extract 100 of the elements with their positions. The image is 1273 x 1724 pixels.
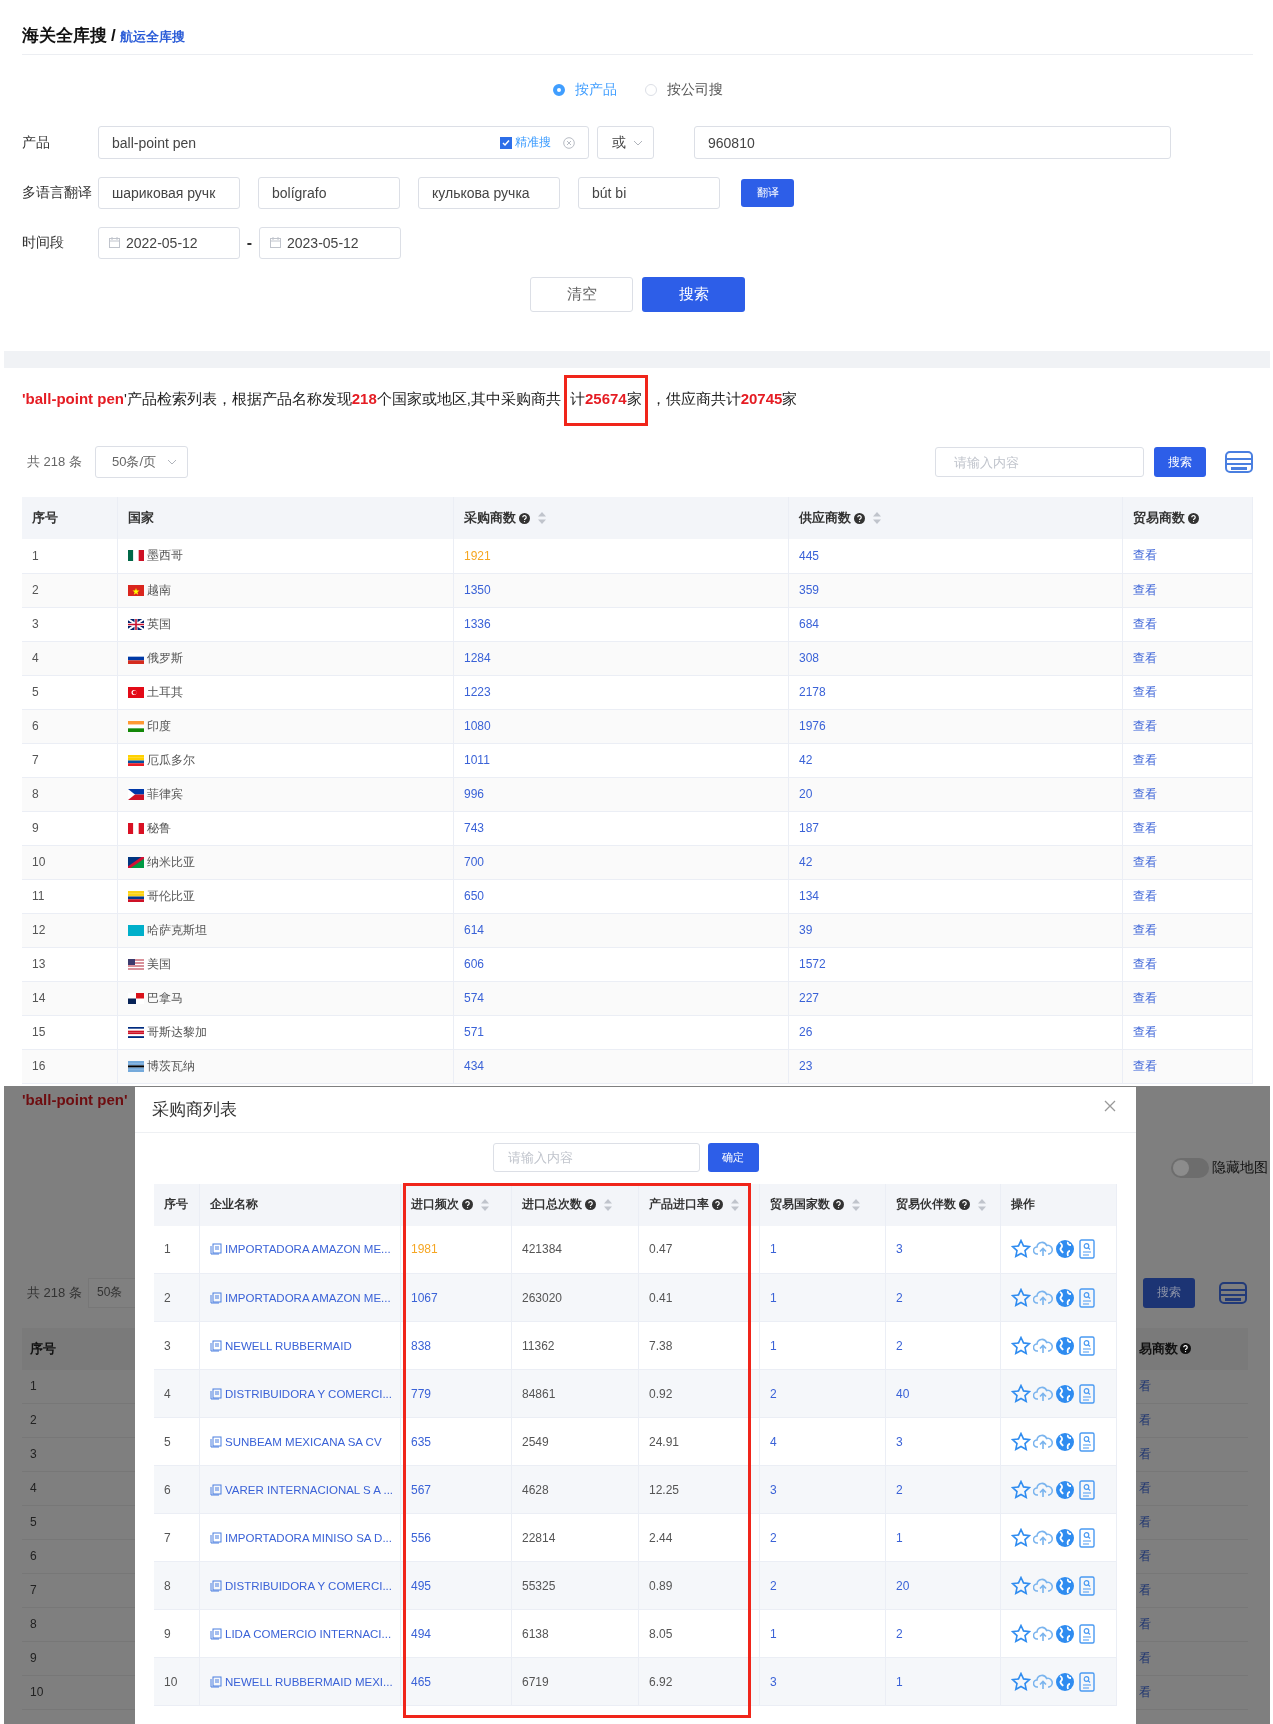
count-link[interactable]: 1 [770,1626,777,1641]
copy-icon[interactable] [210,1339,222,1352]
company-link[interactable]: SUNBEAM MEXICANA SA CV [225,1435,382,1448]
count-link[interactable]: 1 [770,1242,777,1257]
breadcrumb-item[interactable]: 海关全库搜 [22,24,107,47]
company-link[interactable]: IMPORTADORA AMAZON ME... [225,1243,391,1256]
document-search-icon[interactable] [1077,1239,1097,1260]
document-search-icon[interactable] [1077,1479,1097,1500]
checkbox[interactable]: 精准搜 [500,134,551,151]
count-link[interactable]: 3 [770,1674,777,1689]
count-link[interactable]: 2 [770,1386,777,1401]
count-link[interactable]: 2 [896,1626,903,1641]
count-link[interactable]: 20 [799,787,813,801]
count-link[interactable]: 20 [896,1578,910,1593]
view-link[interactable]: 看 [1139,1649,1151,1667]
document-search-icon[interactable] [1077,1575,1097,1596]
star-icon[interactable] [1011,1335,1031,1356]
count-link[interactable]: 2 [896,1338,903,1353]
view-link[interactable]: 看 [1139,1581,1151,1599]
globe-icon[interactable] [1055,1575,1075,1596]
count-link[interactable]: 23 [799,1059,813,1073]
count-link[interactable]: 3 [770,1482,777,1497]
copy-icon[interactable] [210,1675,222,1688]
clear-button[interactable]: 清空 [530,277,633,312]
input-field[interactable]: 960810 [694,126,1171,159]
star-icon[interactable] [1011,1479,1031,1500]
copy-icon[interactable] [210,1627,222,1640]
close-icon[interactable] [1104,1100,1116,1112]
radio-option[interactable]: 按公司搜 [644,81,723,99]
document-search-icon[interactable] [1077,1623,1097,1644]
count-link[interactable]: 495 [411,1578,432,1593]
count-link[interactable]: 1080 [464,719,491,733]
sort-icon[interactable] [604,1198,612,1211]
view-link[interactable]: 查看 [1133,616,1157,631]
count-link[interactable]: 1 [896,1530,903,1545]
input-field[interactable]: шариковая ручк [98,176,240,209]
star-icon[interactable] [1011,1287,1031,1308]
document-search-icon[interactable] [1077,1287,1097,1308]
count-link[interactable]: 684 [799,617,820,631]
document-search-icon[interactable] [1077,1527,1097,1548]
count-link[interactable]: 3 [896,1242,903,1257]
count-link[interactable]: 567 [411,1482,432,1497]
document-search-icon[interactable] [1077,1671,1097,1692]
view-link[interactable]: 查看 [1133,1024,1157,1039]
count-link[interactable]: 2 [896,1290,903,1305]
count-link[interactable]: 838 [411,1338,432,1353]
star-icon[interactable] [1011,1431,1031,1452]
globe-icon[interactable] [1055,1287,1075,1308]
input-field[interactable]: ball-point pen 精准搜 [98,126,589,159]
search-button[interactable]: 搜索 [1143,1277,1195,1308]
sort-icon[interactable] [538,512,546,524]
count-link[interactable]: 606 [464,957,485,971]
print-icon[interactable] [1225,451,1253,473]
count-link[interactable]: 996 [464,787,485,801]
copy-icon[interactable] [210,1387,222,1400]
star-icon[interactable] [1011,1575,1031,1596]
view-link[interactable]: 查看 [1133,956,1157,971]
count-link[interactable]: 779 [411,1386,432,1401]
sort-icon[interactable] [481,1198,489,1211]
document-search-icon[interactable] [1077,1335,1097,1356]
view-link[interactable]: 查看 [1133,786,1157,801]
globe-icon[interactable] [1055,1527,1075,1548]
count-link[interactable]: 1284 [464,651,491,665]
company-link[interactable]: LIDA COMERCIO INTERNACI... [225,1627,392,1640]
dropdown[interactable]: 或 [597,126,654,159]
count-link[interactable]: 187 [799,821,820,835]
company-link[interactable]: NEWELL RUBBERMAID [225,1339,352,1352]
breadcrumb-item[interactable]: 航运全库搜 [119,28,185,46]
globe-icon[interactable] [1055,1623,1075,1644]
document-search-icon[interactable] [1077,1383,1097,1404]
copy-icon[interactable] [210,1243,222,1256]
copy-icon[interactable] [210,1291,222,1304]
view-link[interactable]: 查看 [1133,718,1157,733]
globe-icon[interactable] [1055,1335,1075,1356]
count-link[interactable]: 743 [464,821,485,835]
copy-icon[interactable] [210,1579,222,1592]
view-link[interactable]: 看 [1139,1377,1151,1395]
count-link[interactable]: 635 [411,1434,432,1449]
radio-option[interactable]: 按产品 [552,81,617,99]
company-link[interactable]: IMPORTADORA MINISO SA D... [225,1531,392,1544]
globe-icon[interactable] [1055,1431,1075,1452]
count-link[interactable]: 3 [896,1434,903,1449]
count-link[interactable]: 650 [464,889,485,903]
star-icon[interactable] [1011,1239,1031,1260]
view-link[interactable]: 查看 [1133,922,1157,937]
count-link[interactable]: 42 [799,855,813,869]
view-link[interactable]: 看 [1139,1445,1151,1463]
confirm-button[interactable]: 确定 [707,1142,759,1172]
star-icon[interactable] [1011,1383,1031,1404]
star-icon[interactable] [1011,1623,1031,1644]
view-link[interactable]: 查看 [1133,854,1157,869]
count-link[interactable]: 2 [896,1482,903,1497]
view-link[interactable]: 看 [1139,1547,1151,1565]
count-link[interactable]: 614 [464,923,485,937]
count-link[interactable]: 1336 [464,617,491,631]
view-link[interactable]: 看 [1139,1615,1151,1633]
view-link[interactable]: 查看 [1133,820,1157,835]
search-field[interactable]: 请输入内容 [935,447,1144,477]
view-link[interactable]: 查看 [1133,990,1157,1005]
view-link[interactable]: 查看 [1133,684,1157,699]
